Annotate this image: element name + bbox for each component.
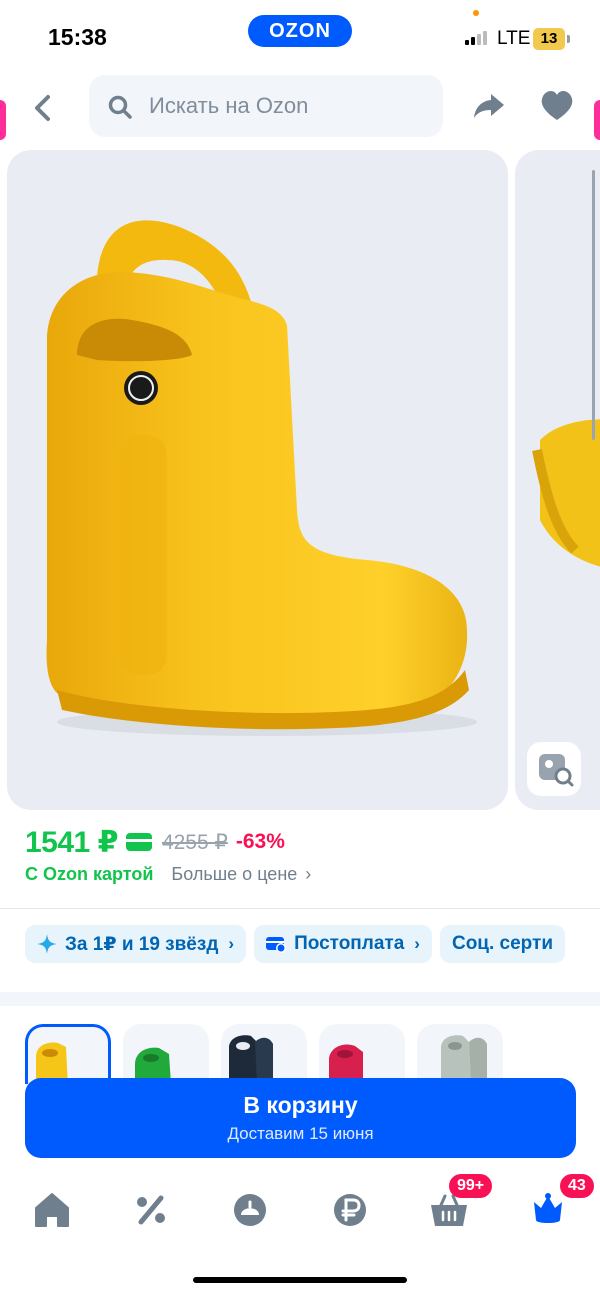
share-icon xyxy=(474,94,504,118)
price-old: 4255 ₽ xyxy=(161,830,228,854)
nav-profile[interactable]: 43 xyxy=(526,1174,594,1232)
search-input[interactable] xyxy=(149,75,429,137)
chip-postpay[interactable]: Постоплата › xyxy=(254,925,432,963)
boot-thumbnail xyxy=(229,1035,273,1084)
boot-thumbnail xyxy=(441,1035,487,1084)
rain-boot-image xyxy=(46,220,477,736)
header-accent-left xyxy=(0,100,6,140)
header-accent-right xyxy=(594,100,600,140)
scroll-indicator[interactable] xyxy=(592,170,595,440)
ozon-logo: OZON xyxy=(248,15,352,47)
price-current: 1541 ₽ xyxy=(25,825,118,859)
postpay-icon xyxy=(266,935,287,953)
back-arrow-icon xyxy=(35,95,50,121)
network-label: LTE xyxy=(497,28,531,49)
heart-icon xyxy=(541,91,573,120)
nav-discounts[interactable] xyxy=(129,1188,173,1232)
ozon-card-icon xyxy=(125,833,152,851)
home-indicator xyxy=(193,1277,407,1283)
divider xyxy=(0,908,600,909)
add-to-cart-button[interactable]: В корзину Доставим 15 июня xyxy=(25,1078,576,1158)
promo-chips: За 1₽ и 19 звёзд › Постоплата › Соц. сер… xyxy=(25,925,566,963)
chip-stars-promo[interactable]: За 1₽ и 19 звёзд › xyxy=(25,925,247,963)
home-icon xyxy=(35,1193,69,1227)
ruble-icon xyxy=(334,1194,366,1226)
product-image-next[interactable] xyxy=(515,150,600,810)
variant-grey[interactable] xyxy=(417,1024,503,1084)
favorite-button[interactable] xyxy=(538,88,576,124)
variant-navy[interactable] xyxy=(221,1024,307,1084)
chevron-right-icon: › xyxy=(305,864,312,884)
share-button[interactable] xyxy=(470,88,508,124)
rain-boot-sole-image xyxy=(532,419,600,567)
star-sparkle-icon xyxy=(37,934,57,954)
boot-thumbnail xyxy=(135,1047,171,1084)
cart-count-badge: 99+ xyxy=(449,1174,493,1198)
bottom-nav: 99+ 43 xyxy=(0,1174,600,1240)
status-time: 15:38 xyxy=(48,24,107,50)
price-details[interactable]: С Ozon картой Больше о цене › xyxy=(25,864,311,885)
price-discount: -63% xyxy=(235,830,285,853)
price-row[interactable]: 1541 ₽ 4255 ₽ -63% xyxy=(25,824,285,860)
cart-button-title: В корзину xyxy=(243,1092,358,1118)
ozon-card-label: С Ozon картой xyxy=(25,864,154,884)
status-bar: 15:38 OZON LTE 13 xyxy=(0,0,600,72)
image-search-icon xyxy=(539,754,574,787)
back-button[interactable] xyxy=(24,88,64,128)
battery-icon: 13 xyxy=(533,28,570,50)
section-separator xyxy=(0,992,600,1006)
chip-label: Постоплата xyxy=(294,933,405,954)
more-price-link[interactable]: Больше о цене xyxy=(171,864,297,885)
variant-pink[interactable] xyxy=(319,1024,405,1084)
chevron-right-icon: › xyxy=(414,934,420,953)
nav-cart[interactable]: 99+ xyxy=(427,1174,493,1232)
chevron-right-icon: › xyxy=(228,934,235,953)
privacy-indicator-dot xyxy=(473,10,479,16)
percent-icon xyxy=(137,1195,165,1225)
nav-home[interactable] xyxy=(30,1188,74,1232)
signal-icon xyxy=(465,31,491,45)
nav-finance[interactable] xyxy=(328,1188,372,1232)
variant-yellow[interactable] xyxy=(25,1024,111,1084)
search-icon xyxy=(108,95,132,119)
profile-count-badge: 43 xyxy=(560,1174,594,1198)
boot-thumbnail xyxy=(329,1044,363,1084)
chip-label: За 1₽ и 19 звёзд xyxy=(65,933,219,955)
product-image-main[interactable] xyxy=(7,150,508,810)
variant-green[interactable] xyxy=(123,1024,209,1084)
search-box[interactable] xyxy=(89,75,443,137)
boot-thumbnail xyxy=(36,1042,68,1084)
chip-label: Соц. серти xyxy=(451,933,554,954)
chip-social-certificate[interactable]: Соц. серти xyxy=(439,925,566,963)
find-similar-button[interactable] xyxy=(527,742,581,796)
nav-fresh[interactable] xyxy=(228,1188,272,1232)
delivery-date-label: Доставим 15 июня xyxy=(227,1124,374,1143)
fresh-icon xyxy=(234,1194,266,1226)
